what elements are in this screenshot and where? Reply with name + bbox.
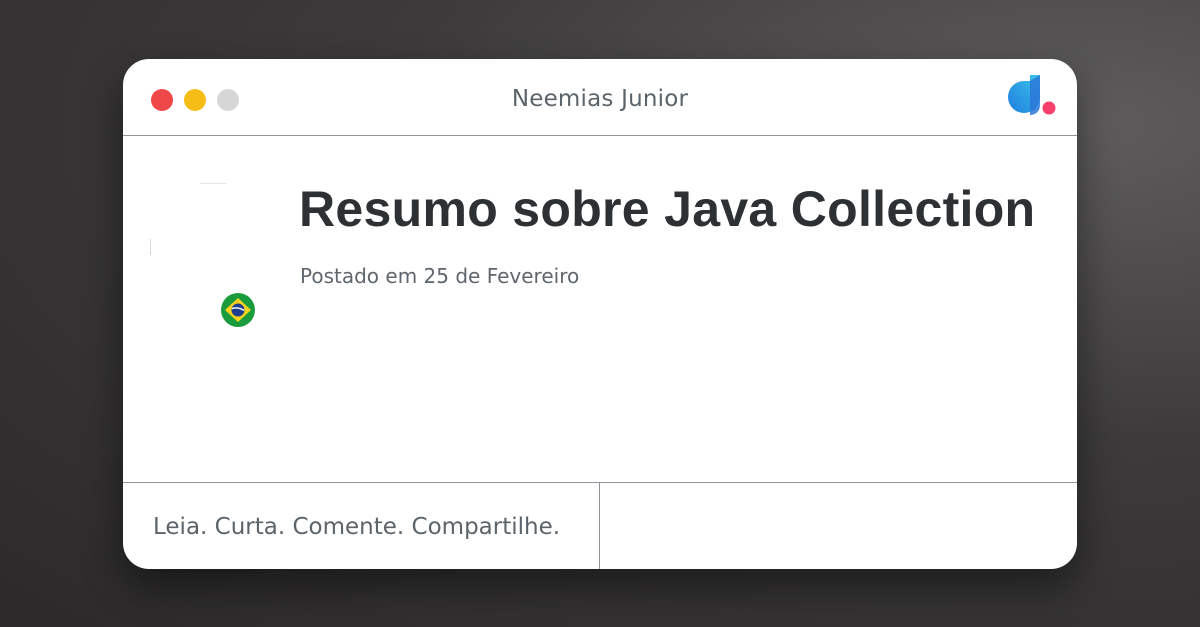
post-card-window: Neemias Junior Resumo sobre Java Collect…	[123, 59, 1077, 569]
avatar-edge-top	[200, 183, 226, 184]
footer-tagline: Leia. Curta. Comente. Compartilhe.	[153, 514, 561, 540]
avatar-edge-left	[150, 239, 151, 255]
window-titlebar: Neemias Junior	[123, 59, 1077, 136]
footer-tagline-cell: Leia. Curta. Comente. Compartilhe.	[123, 483, 600, 569]
post-title[interactable]: Resumo sobre Java Collection	[299, 180, 1035, 238]
footer-empty-cell	[600, 483, 1077, 569]
author-name-title: Neemias Junior	[511, 86, 689, 112]
post-content: Resumo sobre Java Collection Postado em …	[123, 136, 1077, 481]
card-footer: Leia. Curta. Comente. Compartilhe.	[123, 482, 1077, 569]
author-avatar[interactable]	[148, 183, 278, 327]
avatar-image	[148, 183, 278, 313]
post-date: Postado em 25 de Fevereiro	[300, 264, 580, 288]
dio-logo-icon	[1008, 75, 1056, 115]
brazil-flag-icon	[221, 293, 255, 327]
